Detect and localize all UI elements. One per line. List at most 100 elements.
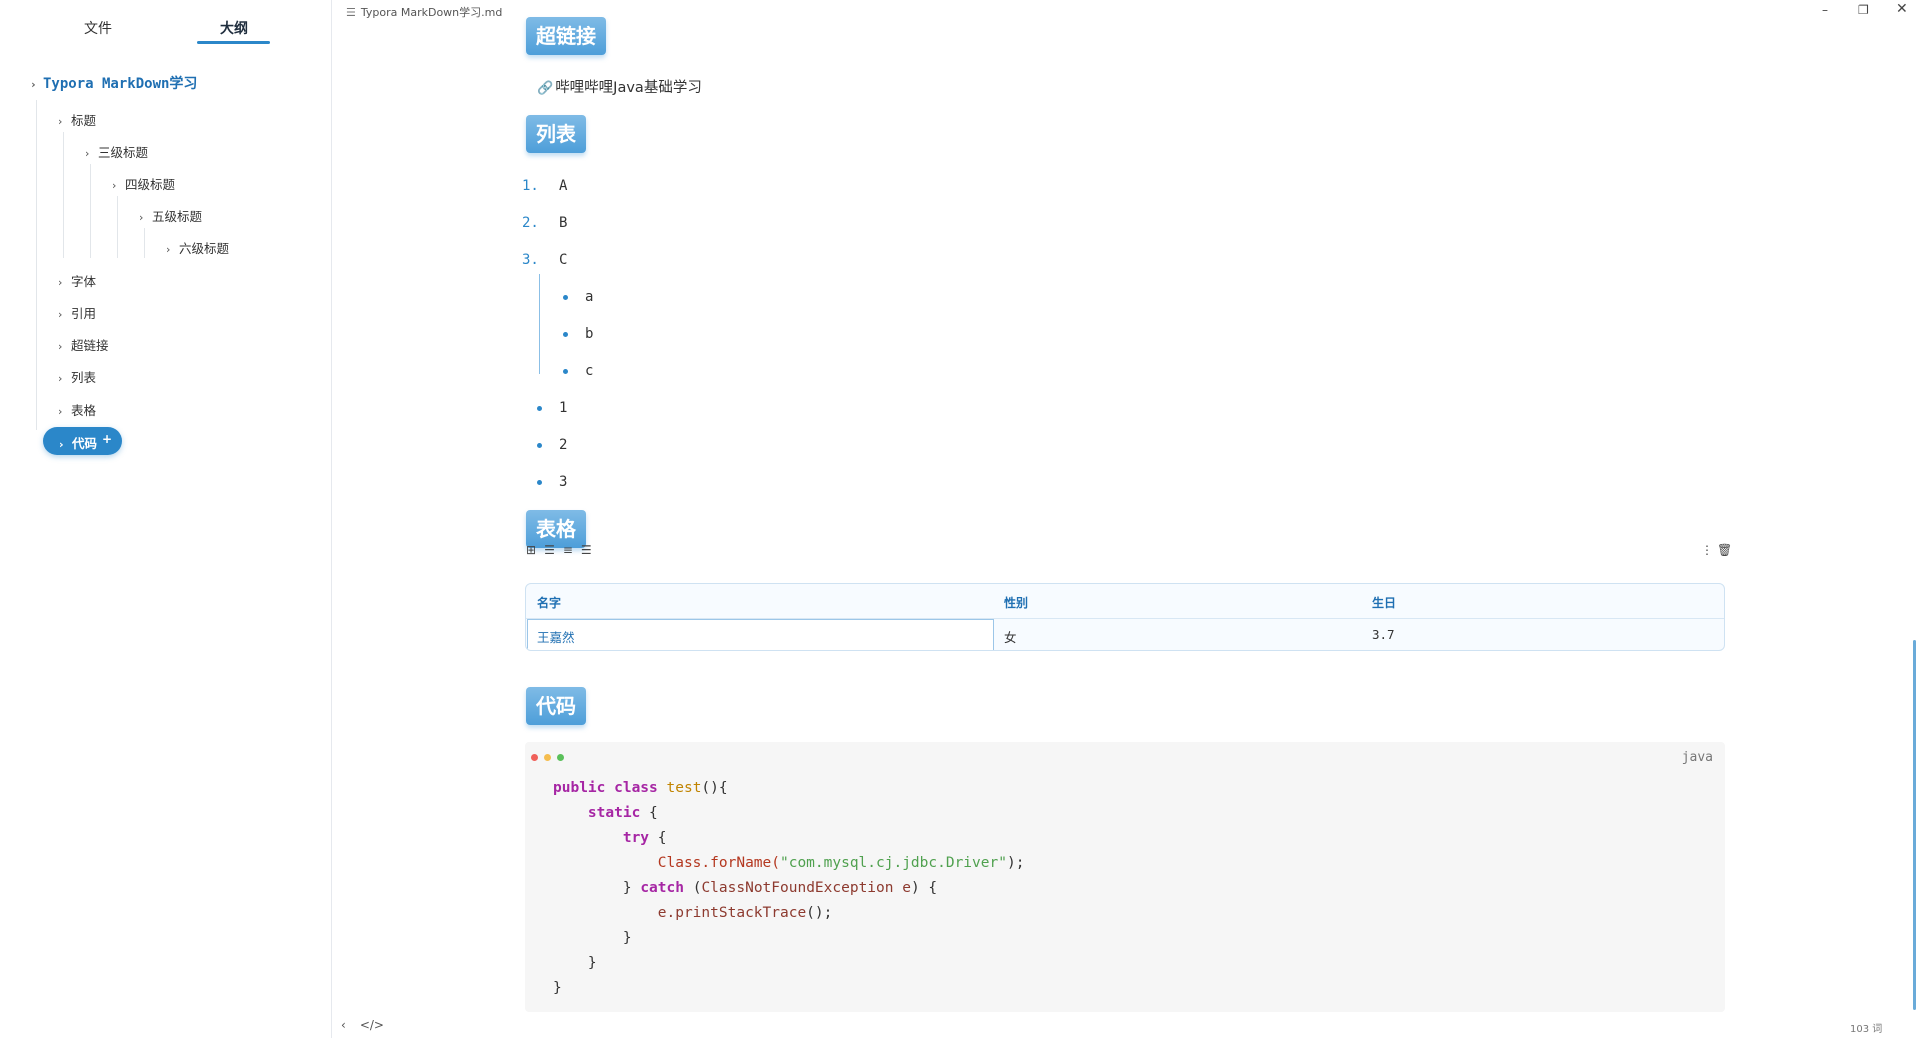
list-item[interactable]: c <box>585 363 593 379</box>
chevron-right-icon: › <box>30 78 37 91</box>
tab-outline[interactable]: 大纲 <box>220 18 248 38</box>
list-item[interactable]: B <box>559 215 567 231</box>
align-left-icon[interactable]: ☰ <box>544 543 555 557</box>
bullet-icon <box>537 480 542 485</box>
table-cell[interactable]: 女 <box>1004 627 1017 646</box>
code-line: try { <box>622 830 667 846</box>
outline-item[interactable]: › 超链接 <box>58 335 109 354</box>
menu-icon[interactable]: ☰ <box>346 6 356 19</box>
code-line: Class.forName("com.mysql.cj.jdbc.Driver"… <box>657 855 1025 871</box>
source-code-icon[interactable]: </> <box>360 1018 384 1032</box>
code-line: } <box>553 980 562 996</box>
table-toolbar: ⊞ ☰ ≡ ☰ <box>526 543 600 557</box>
code-content[interactable]: public class test(){ static { try { Clas… <box>553 776 1024 1001</box>
chevron-right-icon: › <box>58 372 63 385</box>
outline-item-label: 三级标题 <box>98 145 149 160</box>
table-cell[interactable]: 王嘉然 <box>537 627 575 646</box>
window-dot-red-icon <box>531 754 538 761</box>
table-header[interactable]: 名字 <box>537 594 561 611</box>
chevron-right-icon: › <box>166 243 171 256</box>
outline-item-label: 标题 <box>71 113 97 128</box>
maximize-button[interactable]: ❐ <box>1858 3 1869 17</box>
outline-guide <box>63 132 64 258</box>
window-dot-green-icon <box>557 754 564 761</box>
chevron-left-icon[interactable]: ‹ <box>341 1018 346 1032</box>
chevron-right-icon: › <box>112 179 117 192</box>
chevron-right-icon: › <box>58 405 63 418</box>
code-language[interactable]: java <box>1682 750 1713 765</box>
bullet-icon <box>563 332 568 337</box>
bullet-icon <box>537 443 542 448</box>
outline-item-active[interactable]: › 代码 + <box>43 427 122 455</box>
outline-guide <box>144 228 145 258</box>
code-line: e.printStackTrace(); <box>657 905 833 921</box>
table-resize-icon[interactable]: ⊞ <box>526 543 536 557</box>
chevron-right-icon: › <box>59 438 64 451</box>
list-item[interactable]: C <box>559 252 567 268</box>
outline-item[interactable]: › 标题 <box>58 110 96 129</box>
data-table: 名字 性别 生日 王嘉然 女 3.7 <box>525 583 1725 651</box>
table-cell[interactable]: 3.7 <box>1372 627 1395 642</box>
outline-item-label: 超链接 <box>71 338 109 353</box>
nested-list-guide <box>539 274 540 374</box>
window-dot-yellow-icon <box>544 754 551 761</box>
code-block[interactable]: java public class test(){ static { try {… <box>525 742 1725 1012</box>
heading-code[interactable]: 代码 <box>526 687 586 725</box>
scrollbar[interactable] <box>1913 640 1916 1010</box>
outline-item-label: 五级标题 <box>152 209 203 224</box>
hyperlink[interactable]: 🔗 哔哩哔哩Java基础学习 <box>537 76 702 97</box>
heading-list[interactable]: 列表 <box>526 115 586 153</box>
more-options-icon[interactable]: ⋮ <box>1701 543 1713 557</box>
outline-item[interactable]: › 四级标题 <box>112 174 175 193</box>
outline-item[interactable]: › 三级标题 <box>85 142 148 161</box>
list-item[interactable]: 1 <box>559 400 567 416</box>
table-cell-active[interactable] <box>527 619 994 650</box>
table-header[interactable]: 性别 <box>1004 594 1028 611</box>
list-item[interactable]: A <box>559 178 567 194</box>
outline-item-label: 列表 <box>71 370 97 385</box>
code-line: } <box>553 930 632 946</box>
outline-item[interactable]: › 列表 <box>58 367 96 386</box>
outline-item[interactable]: › 表格 <box>58 400 96 419</box>
heading-hyperlink[interactable]: 超链接 <box>526 17 606 55</box>
chevron-right-icon: › <box>58 276 63 289</box>
outline-item[interactable]: › 字体 <box>58 271 96 290</box>
status-bar-left: ‹ </> <box>341 1018 398 1032</box>
outline-guide <box>117 196 118 258</box>
word-count[interactable]: 103 词 <box>1850 1020 1882 1035</box>
table-header[interactable]: 生日 <box>1372 594 1396 611</box>
bullet-icon <box>563 295 568 300</box>
list-item[interactable]: 3 <box>559 474 567 490</box>
sidebar-tabs: 文件 大纲 <box>0 0 332 52</box>
outline-item-label: 表格 <box>71 403 97 418</box>
chevron-right-icon: › <box>85 147 90 160</box>
chevron-right-icon: › <box>139 211 144 224</box>
outline-item[interactable]: › 引用 <box>58 303 96 322</box>
tab-files[interactable]: 文件 <box>84 18 112 38</box>
outline-root-item[interactable]: › Typora MarkDown学习 <box>30 73 197 93</box>
sidebar: 文件 大纲 › Typora MarkDown学习 › 标题 › 三级标题 › 四级标题… <box>0 0 332 1038</box>
outline-item-label: 四级标题 <box>125 177 176 192</box>
outline-item[interactable]: › 五级标题 <box>139 206 202 225</box>
document-title-text: Typora MarkDown学习.md <box>360 6 503 19</box>
code-line: static { <box>587 805 658 821</box>
link-icon: 🔗 <box>537 81 554 96</box>
list-item[interactable]: a <box>585 289 593 305</box>
list-number: 1. <box>522 178 539 194</box>
align-right-icon[interactable]: ☰ <box>581 543 592 557</box>
list-number: 2. <box>522 215 539 231</box>
close-button[interactable]: ✕ <box>1896 1 1908 17</box>
code-line: } <box>553 955 597 971</box>
outline-item[interactable]: › 六级标题 <box>166 238 229 257</box>
outline-root-label: Typora MarkDown学习 <box>43 76 198 92</box>
chevron-right-icon: › <box>58 340 63 353</box>
list-item[interactable]: 2 <box>559 437 567 453</box>
list-item[interactable]: b <box>585 326 593 342</box>
plus-icon[interactable]: + <box>102 432 112 446</box>
table-toolbar-right: ⋮ 🗑 <box>1697 543 1732 557</box>
delete-table-icon[interactable]: 🗑 <box>1717 543 1732 557</box>
code-line: public class test(){ <box>553 780 728 796</box>
align-center-icon[interactable]: ≡ <box>563 543 573 557</box>
minimize-button[interactable]: – <box>1822 3 1828 17</box>
document-title: ☰ Typora MarkDown学习.md <box>346 4 502 20</box>
